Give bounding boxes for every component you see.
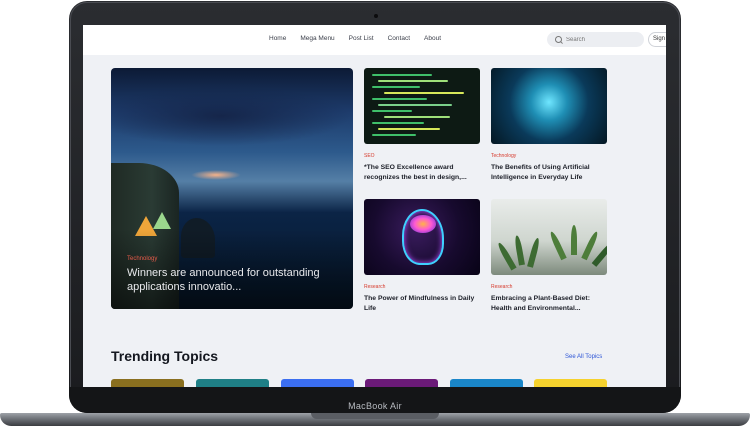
see-all-topics-link[interactable]: See All Topics	[565, 354, 602, 360]
post-category[interactable]: SEO	[364, 153, 480, 159]
topic-tile[interactable]	[196, 379, 269, 387]
hero-category[interactable]: Technology	[127, 256, 157, 262]
post-title[interactable]: The Benefits of Using Artificial Intelli…	[491, 163, 607, 182]
laptop-notch	[311, 413, 439, 419]
nav-post-list[interactable]: Post List	[349, 35, 374, 42]
topic-tile[interactable]	[111, 379, 184, 387]
sign-in-button[interactable]: Sign	[648, 32, 666, 47]
post-card[interactable]: Research Embracing a Plant-Based Diet: H…	[491, 199, 607, 313]
hero-image-clouds	[111, 86, 351, 146]
post-category[interactable]: Technology	[491, 153, 607, 159]
post-title[interactable]: Embracing a Plant-Based Diet: Health and…	[491, 294, 607, 313]
topic-tile[interactable]	[365, 379, 438, 387]
post-image-mindful-head[interactable]	[364, 199, 480, 275]
nav-contact[interactable]: Contact	[388, 35, 410, 42]
hero-post[interactable]: Technology Winners are announced for out…	[111, 68, 353, 309]
post-image-code[interactable]	[364, 68, 480, 144]
topic-tile[interactable]	[534, 379, 607, 387]
hero-image-tent	[153, 212, 171, 229]
post-category[interactable]: Research	[364, 284, 480, 290]
section-heading: Trending Topics	[111, 348, 219, 364]
search-icon	[555, 36, 562, 43]
browser-screen: Home Mega Menu Post List Contact About S…	[83, 25, 666, 387]
post-card[interactable]: Research The Power of Mindfulness in Dai…	[364, 199, 480, 313]
post-image-ai-brain[interactable]	[491, 68, 607, 144]
post-card[interactable]: Technology The Benefits of Using Artific…	[491, 68, 607, 182]
post-card[interactable]: SEO *The SEO Excellence award recognizes…	[364, 68, 480, 182]
post-image-plants[interactable]	[491, 199, 607, 275]
topic-tile[interactable]	[450, 379, 523, 387]
search-box[interactable]	[547, 32, 644, 47]
search-input[interactable]	[566, 36, 626, 43]
nav-mega-menu[interactable]: Mega Menu	[300, 35, 334, 42]
topic-tile[interactable]	[281, 379, 354, 387]
hero-image-sunset	[191, 170, 241, 180]
device-model-label: MacBook Air	[348, 401, 402, 411]
nav-home[interactable]: Home	[269, 35, 286, 42]
post-title[interactable]: The Power of Mindfulness in Daily Life	[364, 294, 480, 313]
site-header: Home Mega Menu Post List Contact About S…	[83, 25, 666, 55]
hero-title[interactable]: Winners are announced for outstanding ap…	[127, 266, 337, 294]
nav-about[interactable]: About	[424, 35, 441, 42]
camera-icon	[374, 14, 378, 18]
post-category[interactable]: Research	[491, 284, 607, 290]
laptop-mockup: Home Mega Menu Post List Contact About S…	[0, 0, 750, 431]
post-title[interactable]: *The SEO Excellence award recognizes the…	[364, 163, 480, 182]
main-nav: Home Mega Menu Post List Contact About	[269, 35, 455, 42]
